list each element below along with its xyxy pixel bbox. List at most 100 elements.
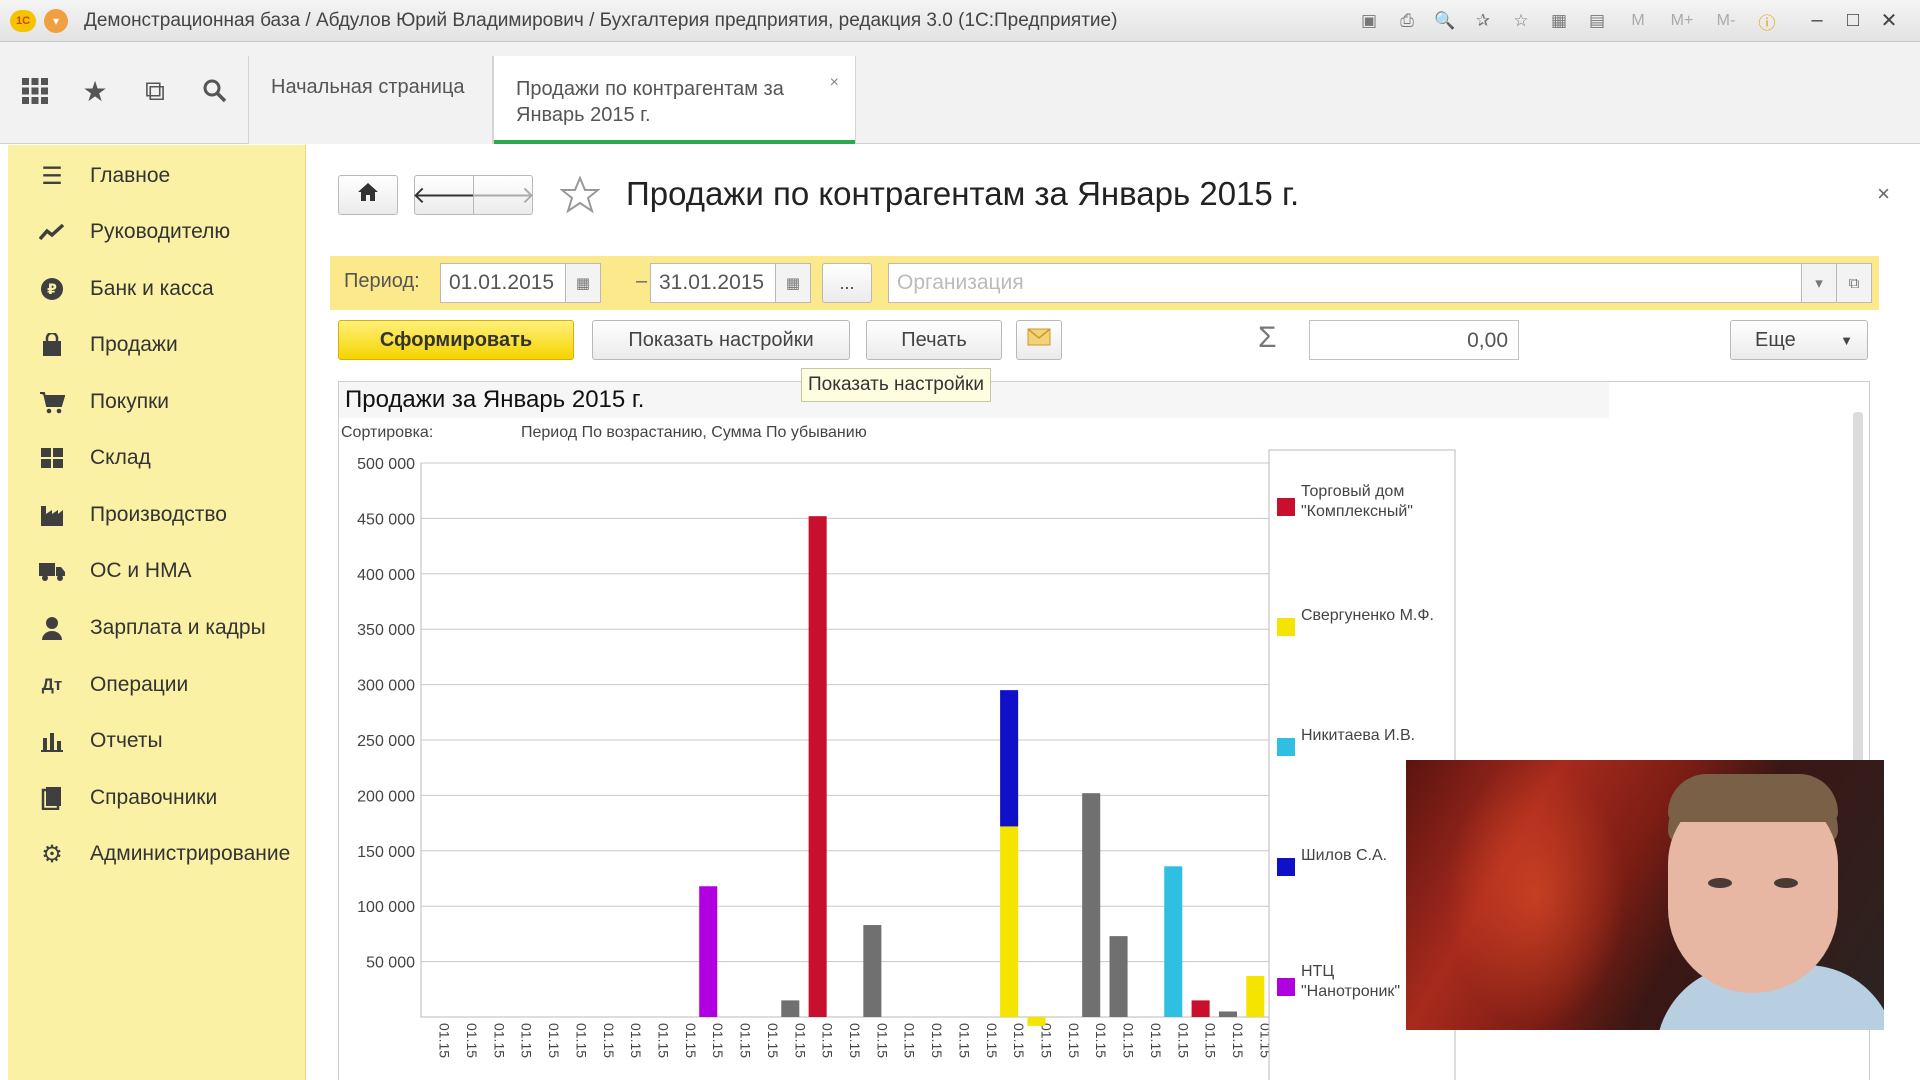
dropdown-arrow-icon[interactable]: ▾ [1801, 263, 1837, 303]
bar [808, 516, 827, 1017]
sidebar-item-reports[interactable]: Отчеты [8, 713, 306, 769]
legend-swatch [1277, 738, 1295, 756]
preview-icon[interactable]: 🔍 [1432, 8, 1458, 34]
minimize-icon[interactable]: – [1804, 6, 1830, 34]
y-tick-label: 250 000 [357, 733, 415, 750]
sidebar-item-operations[interactable]: Дт Операции [8, 657, 306, 713]
more-button[interactable]: Еще ▼ [1730, 320, 1868, 360]
memory-button[interactable]: M [1622, 8, 1654, 34]
generate-button[interactable]: Сформировать [338, 320, 574, 360]
sum-sigma-icon: Σ [1258, 321, 1277, 354]
print-icon[interactable]: ⎙ [1394, 8, 1420, 34]
title-toolbar: ▣ ⎙ 🔍 ✰ ☆ ▦ ▤ M M+ M- ⓘ [1356, 8, 1780, 34]
arrow-left-icon: 🡐 [411, 182, 477, 209]
calendar-icon[interactable]: ▦ [775, 263, 811, 303]
person-icon [34, 610, 70, 646]
sidebar-item-label: Отчеты [90, 729, 163, 752]
bar [781, 1000, 800, 1017]
maximize-icon[interactable]: □ [1840, 6, 1866, 34]
ruble-icon: ₽ [34, 271, 70, 307]
open-icon[interactable]: ⧉ [1836, 263, 1872, 303]
sidebar-item-purchases[interactable]: Покупки [8, 374, 306, 430]
sidebar-item-label: ОС и НМА [90, 559, 192, 582]
bar [1082, 793, 1101, 1017]
x-tick-label: 01.15 [437, 1023, 453, 1058]
top-panel: ★ ⧉ Начальная страница Продажи по контра… [0, 42, 1920, 144]
x-tick-label: 01.15 [1203, 1023, 1219, 1058]
x-tick-label: 01.15 [1066, 1023, 1082, 1058]
organization-placeholder: Организация [897, 271, 1024, 294]
close-window-icon[interactable]: ✕ [1876, 6, 1902, 34]
gear-icon: ⚙ [41, 840, 63, 868]
forward-button[interactable]: 🡒 [471, 175, 535, 215]
bar [1164, 866, 1183, 1017]
favorites-icon[interactable]: ☆ [1508, 8, 1534, 34]
sidebar-item-manager[interactable]: Руководителю [8, 204, 306, 260]
tooltip: Показать настройки [801, 368, 991, 402]
bar [863, 925, 882, 1017]
info-icon[interactable]: ⓘ [1754, 8, 1780, 34]
date-from-field[interactable]: 01.01.2015 [440, 263, 566, 303]
sidebar-item-warehouse[interactable]: Склад [8, 430, 306, 486]
close-form-icon[interactable]: × [1877, 181, 1890, 207]
tab-sales-report[interactable]: Продажи по контрагентам за Январь 2015 г… [493, 56, 856, 144]
sidebar-item-sales[interactable]: Продажи [8, 317, 306, 373]
x-tick-label: 01.15 [1121, 1023, 1137, 1058]
vertical-scrollbar[interactable] [1853, 412, 1863, 772]
warehouse-icon [34, 440, 70, 476]
sidebar-item-fixed-assets[interactable]: ОС и НМА [8, 543, 306, 599]
sidebar-item-production[interactable]: Производство [8, 487, 306, 543]
favorite-star-icon[interactable] [559, 175, 601, 220]
x-tick-label: 01.15 [874, 1023, 890, 1058]
sidebar-item-label: Операции [90, 673, 189, 696]
app-logo-icon[interactable]: 1С [10, 9, 36, 32]
sidebar-item-payroll[interactable]: Зарплата и кадры [8, 600, 306, 656]
period-dash: – [636, 270, 648, 292]
x-tick-label: 01.15 [902, 1023, 918, 1058]
sort-value: Период По возрастанию, Сумма По убыванию [521, 424, 867, 441]
sidebar-item-main[interactable]: ☰ Главное [8, 148, 306, 204]
y-tick-label: 200 000 [357, 788, 415, 805]
save-icon[interactable]: ▣ [1356, 8, 1382, 34]
y-tick-label: 150 000 [357, 844, 415, 861]
organization-field[interactable]: Организация [888, 263, 1802, 303]
print-button[interactable]: Печать [866, 320, 1002, 360]
tab-close-icon[interactable]: × [830, 70, 839, 96]
sidebar-item-label: Зарплата и кадры [90, 616, 266, 639]
x-tick-label: 01.15 [491, 1023, 507, 1058]
favorites-add-icon[interactable]: ✰ [1470, 8, 1496, 34]
email-button[interactable] [1016, 320, 1062, 360]
calendar-icon[interactable]: ▦ [565, 263, 601, 303]
sidebar-item-directories[interactable]: Справочники [8, 770, 306, 826]
x-tick-label: 01.15 [847, 1023, 863, 1058]
bar [1218, 1011, 1237, 1017]
x-tick-label: 01.15 [1038, 1023, 1054, 1058]
date-to-field[interactable]: 31.01.2015 [650, 263, 776, 303]
memory-minus-button[interactable]: M- [1710, 8, 1742, 34]
sidebar-item-bank[interactable]: ₽ Банк и касса [8, 261, 306, 317]
show-settings-button[interactable]: Показать настройки [592, 320, 850, 360]
period-select-button[interactable]: ... [822, 263, 872, 303]
tab-home[interactable]: Начальная страница [248, 56, 493, 144]
x-tick-label: 01.15 [656, 1023, 672, 1058]
webcam-person-hairline [1668, 774, 1838, 822]
calendar-icon[interactable]: ▤ [1584, 8, 1610, 34]
calculator-icon[interactable]: ▦ [1546, 8, 1572, 34]
back-button[interactable]: 🡐 [411, 175, 477, 215]
search-icon[interactable] [196, 72, 234, 110]
sidebar-item-label: Продажи [90, 333, 178, 356]
x-tick-label: 01.15 [683, 1023, 699, 1058]
webcam-background-glow [1446, 760, 1626, 1030]
history-icon[interactable]: ⧉ [136, 72, 174, 110]
legend-label: Свергуненко М.Ф. [1301, 607, 1434, 624]
apps-grid-icon[interactable] [16, 72, 54, 110]
sidebar-item-administration[interactable]: ⚙ Администрирование [8, 826, 306, 882]
sum-field[interactable]: 0,00 [1309, 320, 1519, 360]
memory-plus-button[interactable]: M+ [1666, 8, 1698, 34]
truck-icon [34, 553, 70, 589]
x-tick-label: 01.15 [1011, 1023, 1027, 1058]
x-tick-label: 01.15 [601, 1023, 617, 1058]
star-icon[interactable]: ★ [76, 72, 114, 110]
home-button[interactable] [338, 175, 398, 215]
main-menu-icon[interactable]: ▾ [44, 8, 68, 33]
